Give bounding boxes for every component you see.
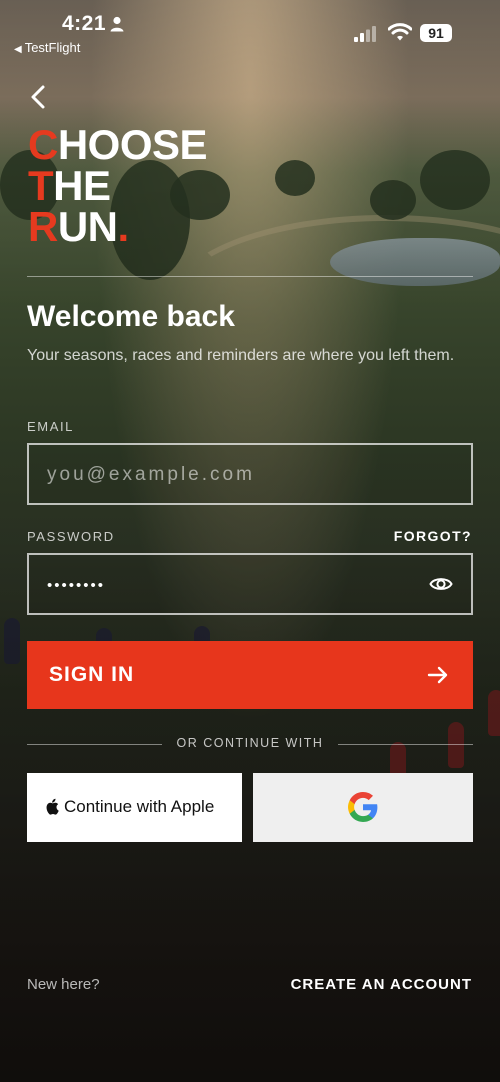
password-label: PASSWORD — [27, 529, 115, 544]
new-here-text: New here? — [27, 976, 100, 993]
logo-line-2: THE — [28, 162, 207, 209]
continue-with-google-button[interactable] — [253, 773, 473, 842]
or-divider: OR CONTINUE WITH — [27, 736, 473, 754]
continue-with-apple-button[interactable]: Continue with Apple — [27, 773, 242, 842]
logo-line-1: CHOOSE — [28, 121, 208, 168]
back-triangle-icon: ◀ — [14, 44, 22, 55]
sign-in-label: SIGN IN — [49, 663, 135, 686]
email-label: EMAIL — [27, 419, 75, 434]
create-account-link[interactable]: CREATE AN ACCOUNT — [291, 976, 472, 993]
continue-with-apple-label: Continue with Apple — [64, 797, 215, 816]
signal-icon — [354, 26, 376, 42]
email-field[interactable] — [45, 445, 429, 505]
password-field-box — [27, 553, 473, 615]
logo-word-choose: HOOSE — [57, 121, 208, 168]
google-g-icon — [348, 792, 378, 822]
header-divider — [27, 276, 473, 277]
page-subtitle: Your seasons, races and reminders are wh… — [27, 347, 455, 364]
arrow-right-icon — [427, 666, 448, 684]
email-field-box — [27, 443, 473, 505]
or-divider-line-right — [338, 744, 473, 745]
or-divider-text: OR CONTINUE WITH — [176, 736, 324, 750]
logo-initial-c: C — [28, 121, 58, 168]
forgot-password-link[interactable]: FORGOT? — [394, 528, 472, 544]
battery-icon: 91 — [420, 24, 452, 42]
sign-in-button[interactable]: SIGN IN — [27, 641, 473, 709]
back-chevron-icon[interactable] — [28, 84, 50, 110]
logo-initial-r: R — [28, 203, 58, 250]
page-title: Welcome back — [27, 300, 235, 333]
status-time: 4:21 — [62, 12, 107, 35]
logo-initial-t: T — [28, 162, 54, 209]
back-to-testflight[interactable]: ◀ TestFlight — [14, 40, 80, 55]
logo-word-the: HE — [53, 162, 111, 209]
apple-icon — [46, 798, 59, 815]
wifi-icon — [388, 23, 412, 41]
logo-line-3: RUN. — [28, 203, 207, 250]
login-screen: 4:21 ◀ TestFlight 91 CHOOSE THE RUN. Welc — [0, 0, 500, 1082]
status-bar: 4:21 ◀ TestFlight 91 — [0, 0, 500, 60]
eye-icon[interactable] — [429, 573, 453, 595]
logo-word-run: UN — [57, 203, 118, 250]
password-field[interactable] — [45, 555, 429, 615]
person-icon — [110, 16, 124, 32]
app-logo: CHOOSE THE RUN. — [28, 121, 208, 250]
back-app-label: TestFlight — [24, 40, 81, 55]
logo-period: . — [117, 203, 130, 250]
